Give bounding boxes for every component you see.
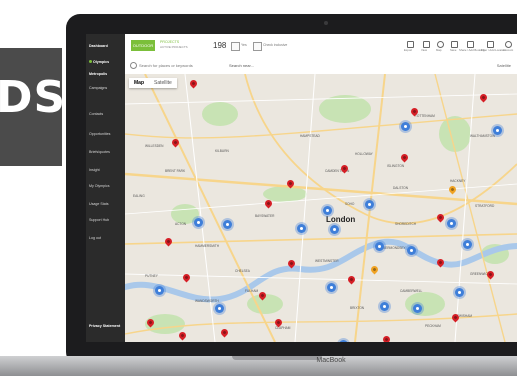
projects-sublabel: ACTIVE PROJECTS xyxy=(160,45,188,49)
sidebar-item-log-out[interactable]: Log out xyxy=(89,236,101,240)
filter-icon[interactable] xyxy=(487,41,494,48)
site-marker-icon[interactable] xyxy=(223,220,232,229)
site-marker-icon[interactable] xyxy=(365,200,374,209)
bookmark-icon[interactable] xyxy=(451,41,458,48)
projects-count: 198 xyxy=(213,41,227,50)
toolbar-label: Map xyxy=(436,48,442,52)
district-label: KILBURN xyxy=(215,149,229,153)
district-label: SHOREDITCH xyxy=(395,222,417,226)
site-marker-icon[interactable] xyxy=(463,240,472,249)
district-label: HAMPSTEAD xyxy=(300,134,320,138)
district-label: PECKHAM xyxy=(425,324,441,328)
toolbar-label: Account xyxy=(503,48,514,52)
district-label: ISLINGTON xyxy=(387,164,405,168)
check-inclusive-checkbox[interactable] xyxy=(253,42,262,51)
toolbar-label: View xyxy=(421,48,428,52)
sidebar-item-insight[interactable]: Insight xyxy=(89,168,100,172)
tab-map[interactable]: Map xyxy=(129,78,149,88)
toolbar-label: Export xyxy=(404,48,413,52)
share-icon[interactable] xyxy=(467,41,474,48)
site-marker-icon[interactable] xyxy=(194,218,203,227)
sidebar-item-opportunities[interactable]: Opportunities xyxy=(89,132,110,136)
check-inclusive-label: Check inclusive xyxy=(263,43,288,47)
sidebar-item-my-olympics[interactable]: My Olympics xyxy=(89,184,110,188)
site-marker-icon[interactable] xyxy=(155,286,164,295)
tab-satellite[interactable]: Satellite xyxy=(149,78,177,88)
district-label: SOHO xyxy=(345,202,355,206)
district-label: ACTON xyxy=(175,222,187,226)
sidebar-item-dashboard[interactable]: Dashboard xyxy=(89,44,108,48)
user-icon[interactable] xyxy=(505,41,512,48)
search-near-select[interactable]: Search near... xyxy=(229,63,254,68)
site-marker-icon[interactable] xyxy=(330,225,339,234)
laptop-brand-label: MacBook xyxy=(316,357,346,364)
district-label: TOTTENHAM xyxy=(415,114,435,118)
sidebar-item-usage-stats[interactable]: Usage Stats xyxy=(89,202,109,206)
list-icon[interactable] xyxy=(423,41,430,48)
map-type-toggle[interactable]: Satellite xyxy=(497,63,511,68)
district-label: BAYSWATER xyxy=(255,214,275,218)
site-marker-icon[interactable] xyxy=(323,206,332,215)
site-marker-icon[interactable] xyxy=(375,242,384,251)
camera-icon xyxy=(324,21,328,25)
district-label: FULHAM xyxy=(245,289,259,293)
toolbar-label: Save xyxy=(450,48,457,52)
district-label: BERMONDSEY xyxy=(383,246,406,250)
district-label: DALSTON xyxy=(393,186,408,190)
sidebar-item-briefs[interactable]: Briefs/quotes xyxy=(89,150,110,154)
district-label: STRATFORD xyxy=(475,204,495,208)
search-input[interactable] xyxy=(139,61,225,70)
site-marker-icon[interactable] xyxy=(413,304,422,313)
district-label: BRIXTON xyxy=(350,306,365,310)
search-icon[interactable] xyxy=(130,62,137,69)
district-label: BRENT PARK xyxy=(165,169,186,173)
globe-icon[interactable] xyxy=(437,41,444,48)
district-label: EALING xyxy=(133,194,145,198)
site-marker-icon[interactable] xyxy=(447,219,456,228)
city-label: London xyxy=(326,215,356,224)
app-logo[interactable]: OUTDOOR xyxy=(131,40,155,51)
grid-icon[interactable] xyxy=(407,41,414,48)
top-bar: OUTDOOR PROJECTS ACTIVE PROJECTS 198 Yes… xyxy=(125,34,517,59)
yes-checkbox-label: Yes xyxy=(241,43,247,47)
site-marker-icon[interactable] xyxy=(455,288,464,297)
search-bar: Search near... Satellite xyxy=(125,58,517,75)
status-dot-icon xyxy=(89,60,92,63)
map-basemap xyxy=(125,74,517,342)
site-marker-icon[interactable] xyxy=(401,122,410,131)
yes-checkbox[interactable] xyxy=(231,42,240,51)
district-label: CAMBERWELL xyxy=(400,289,423,293)
map-type-tabs: Map Satellite xyxy=(129,78,177,88)
app-screen: Dashboard Olympics Metropolis Campaigns … xyxy=(86,34,517,342)
banner-text: DS xyxy=(0,72,67,123)
site-marker-icon[interactable] xyxy=(327,283,336,292)
district-label: CHELSEA xyxy=(235,269,250,273)
district-label: PUTNEY xyxy=(145,274,158,278)
sidebar-item-support-hub[interactable]: Support Hub xyxy=(89,218,109,222)
privacy-statement-link[interactable]: Privacy Statement xyxy=(89,324,120,328)
site-marker-icon[interactable] xyxy=(380,302,389,311)
projects-label: PROJECTS xyxy=(160,40,180,44)
sidebar-item-campaigns[interactable]: Campaigns xyxy=(89,86,107,90)
district-label: HACKNEY xyxy=(450,179,466,183)
site-marker-icon[interactable] xyxy=(493,126,502,135)
district-label: HOLLOWAY xyxy=(355,152,373,156)
district-label: WANDSWORTH xyxy=(195,299,219,303)
sidebar-item-olympics[interactable]: Olympics xyxy=(89,60,109,64)
site-marker-icon[interactable] xyxy=(297,224,306,233)
sidebar-item-contacts[interactable]: Contacts xyxy=(89,112,103,116)
sidebar: Dashboard Olympics Metropolis Campaigns … xyxy=(86,34,125,342)
district-label: HAMMERSMITH xyxy=(195,244,220,248)
site-marker-icon[interactable] xyxy=(407,246,416,255)
district-label: WILLESDEN xyxy=(145,144,164,148)
site-marker-icon[interactable] xyxy=(215,304,224,313)
district-label: WESTMINSTER xyxy=(315,259,339,263)
sidebar-item-metropolis[interactable]: Metropolis xyxy=(89,72,107,76)
site-marker-icon[interactable] xyxy=(339,340,348,342)
district-label: WALTHAMSTOW xyxy=(470,134,496,138)
map-view[interactable]: Map Satellite London WILLESDEN KILBURN H… xyxy=(125,74,517,342)
